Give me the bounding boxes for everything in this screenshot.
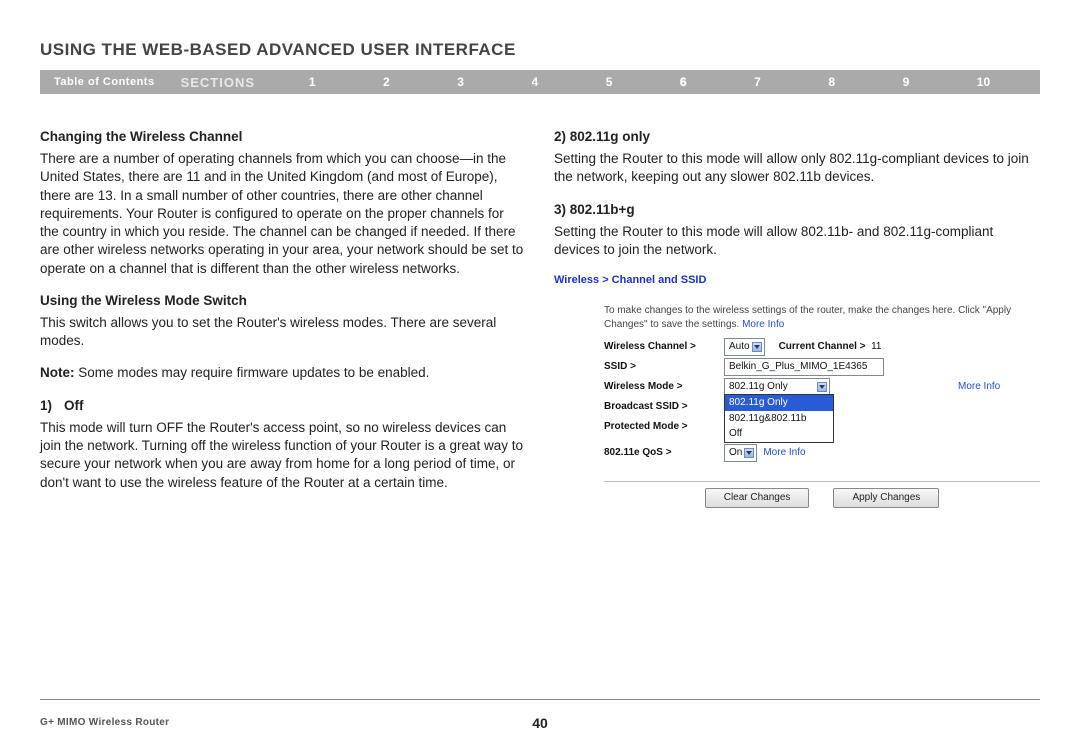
note-label: Note: [40, 365, 75, 380]
label-wireless-channel: Wireless Channel > [604, 340, 724, 354]
right-column: 2) 802.11g only Setting the Router to th… [554, 128, 1040, 508]
page-number: 40 [532, 715, 548, 731]
heading-changing-channel: Changing the Wireless Channel [40, 128, 526, 146]
select-wireless-channel[interactable]: Auto [724, 338, 765, 356]
option-off: 1)Off [40, 397, 526, 415]
nav-sections-label: SECTIONS [169, 75, 275, 90]
nav-item-6[interactable]: 6 [680, 75, 687, 89]
mode-option-g-only[interactable]: 802.11g Only [725, 395, 833, 411]
ui-description: To make changes to the wireless settings… [604, 304, 1040, 331]
para-channel: There are a number of operating channels… [40, 150, 526, 278]
nav-item-3[interactable]: 3 [457, 75, 464, 89]
value-current-channel: 11 [871, 341, 881, 352]
option-off-label: Off [64, 398, 84, 413]
qos-more-info-link[interactable]: More Info [763, 446, 805, 460]
footer-rule [40, 699, 1040, 700]
label-qos: 802.11e QoS > [604, 446, 724, 460]
ui-breadcrumb[interactable]: Wireless > Channel and SSID [554, 273, 1040, 288]
page-title: USING THE WEB-BASED ADVANCED USER INTERF… [40, 40, 1040, 60]
nav-item-9[interactable]: 9 [903, 75, 910, 89]
select-qos[interactable]: On [724, 444, 757, 462]
label-protected-mode: Protected Mode > [604, 420, 724, 434]
apply-changes-button[interactable]: Apply Changes [833, 488, 939, 508]
para-off: This mode will turn OFF the Router's acc… [40, 419, 526, 492]
router-ui-screenshot: Wireless > Channel and SSID To make chan… [554, 273, 1040, 507]
nav-item-10[interactable]: 10 [977, 75, 990, 89]
clear-changes-button[interactable]: Clear Changes [705, 488, 810, 508]
nav-item-4[interactable]: 4 [531, 75, 538, 89]
mode-option-bg[interactable]: 802.11g&802.11b [725, 411, 833, 427]
label-ssid: SSID > [604, 360, 724, 374]
wireless-mode-dropdown[interactable]: 802.11g Only 802.11g&802.11b Off [724, 394, 834, 443]
note-text: Some modes may require firmware updates … [75, 365, 430, 380]
nav-toc[interactable]: Table of Contents [40, 76, 169, 88]
para-bg: Setting the Router to this mode will all… [554, 223, 1040, 259]
nav-item-1[interactable]: 1 [309, 75, 316, 89]
option-g-only: 2) 802.11g only [554, 128, 1040, 146]
label-wireless-mode: Wireless Mode > [604, 380, 724, 394]
note: Note: Some modes may require firmware up… [40, 364, 526, 382]
nav-item-5[interactable]: 5 [606, 75, 613, 89]
left-column: Changing the Wireless Channel There are … [40, 128, 526, 508]
nav-item-7[interactable]: 7 [754, 75, 761, 89]
mode-option-off[interactable]: Off [725, 426, 833, 442]
option-bg: 3) 802.11b+g [554, 201, 1040, 219]
nav-item-8[interactable]: 8 [828, 75, 835, 89]
input-ssid[interactable]: Belkin_G_Plus_MIMO_1E4365 [724, 358, 884, 376]
mode-more-info-link[interactable]: More Info [958, 380, 1000, 394]
option-off-num: 1) [40, 397, 64, 415]
heading-mode-switch: Using the Wireless Mode Switch [40, 292, 526, 310]
ui-more-info-link[interactable]: More Info [742, 319, 784, 330]
para-mode-switch: This switch allows you to set the Router… [40, 314, 526, 350]
nav-item-2[interactable]: 2 [383, 75, 390, 89]
footer-model: G+ MIMO Wireless Router [40, 717, 169, 728]
label-current-channel: Current Channel > [779, 341, 866, 352]
section-nav: Table of Contents SECTIONS 1 2 3 4 5 6 7… [40, 70, 1040, 94]
label-broadcast-ssid: Broadcast SSID > [604, 400, 724, 414]
nav-section-numbers: 1 2 3 4 5 6 7 8 9 10 [275, 75, 1040, 89]
para-g-only: Setting the Router to this mode will all… [554, 150, 1040, 186]
